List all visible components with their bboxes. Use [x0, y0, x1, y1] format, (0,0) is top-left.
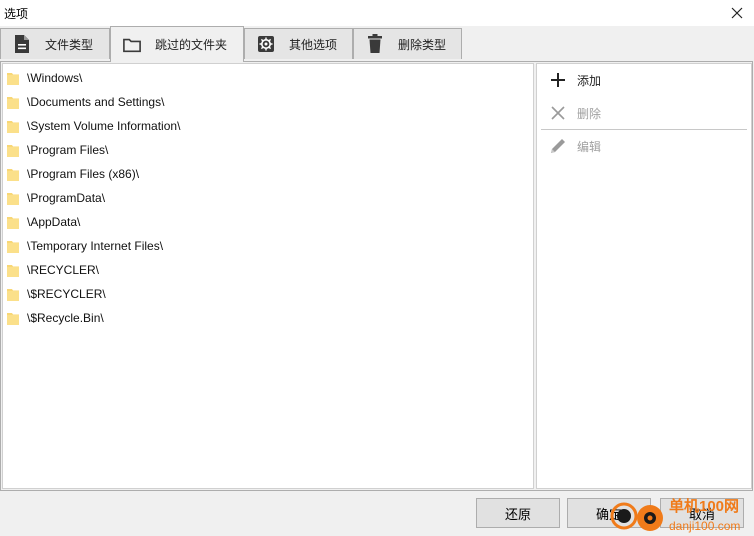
folder-icon	[7, 121, 19, 133]
folder-outline-icon	[123, 35, 141, 55]
list-item[interactable]: \Windows\	[3, 66, 533, 90]
divider	[541, 129, 747, 130]
folder-path: \Documents and Settings\	[27, 95, 165, 109]
folder-path: \Temporary Internet Files\	[27, 239, 164, 253]
folder-path: \Program Files\	[27, 143, 109, 157]
document-icon	[13, 34, 31, 54]
folder-path: \System Volume Information\	[27, 119, 181, 133]
tab-delete-types[interactable]: 删除类型	[353, 28, 462, 59]
gear-icon	[257, 34, 275, 54]
tab-label: 文件类型	[45, 37, 94, 52]
folder-path: \Windows\	[27, 71, 83, 85]
close-icon	[731, 7, 743, 19]
window-title: 选项	[4, 7, 29, 21]
restore-button[interactable]: 还原	[476, 498, 560, 528]
list-item[interactable]: \$Recycle.Bin\	[3, 306, 533, 330]
folder-icon	[7, 313, 19, 325]
list-item[interactable]: \Program Files (x86)\	[3, 162, 533, 186]
folder-path: \AppData\	[27, 215, 81, 229]
add-button[interactable]: 添加	[537, 66, 751, 94]
plus-icon	[549, 71, 567, 89]
folder-icon	[7, 217, 19, 229]
title-bar: 选项	[0, 0, 754, 26]
folder-path: \$RECYCLER\	[27, 287, 106, 301]
list-item[interactable]: \$RECYCLER\	[3, 282, 533, 306]
tab-label: 删除类型	[398, 37, 447, 52]
tab-other-options[interactable]: 其他选项	[244, 28, 353, 59]
watermark-line1: 单机100网	[669, 497, 739, 515]
folder-icon	[7, 97, 19, 109]
folder-icon	[7, 265, 19, 277]
add-label: 添加	[577, 73, 602, 88]
folder-icon	[7, 193, 19, 205]
close-icon	[549, 104, 567, 122]
list-item[interactable]: \Documents and Settings\	[3, 90, 533, 114]
delete-label: 删除	[577, 106, 602, 121]
tab-skipped-folders[interactable]: 跳过的文件夹	[110, 26, 244, 62]
pencil-icon	[549, 137, 567, 155]
watermark-logo: 单机100网 danji100.com	[610, 497, 740, 533]
folder-path: \ProgramData\	[27, 191, 106, 205]
list-item[interactable]: \Program Files\	[3, 138, 533, 162]
delete-button[interactable]: 删除	[537, 99, 751, 127]
list-item[interactable]: \AppData\	[3, 210, 533, 234]
list-item[interactable]: \Temporary Internet Files\	[3, 234, 533, 258]
close-button[interactable]	[720, 0, 754, 26]
folder-icon	[7, 289, 19, 301]
list-item[interactable]: \RECYCLER\	[3, 258, 533, 282]
tab-strip: 文件类型 跳过的文件夹 其他选项 删除类型	[0, 26, 754, 62]
trash-icon	[366, 34, 384, 54]
tab-file-types[interactable]: 文件类型	[0, 28, 110, 59]
tab-label: 跳过的文件夹	[155, 38, 228, 52]
folder-icon	[7, 73, 19, 85]
folder-path: \Program Files (x86)\	[27, 167, 140, 181]
list-item[interactable]: \System Volume Information\	[3, 114, 533, 138]
edit-button[interactable]: 编辑	[537, 132, 751, 160]
folder-icon	[7, 241, 19, 253]
folder-icon	[7, 145, 19, 157]
watermark-line2: danji100.com	[669, 519, 740, 533]
edit-label: 编辑	[577, 139, 602, 154]
folder-path: \$Recycle.Bin\	[27, 311, 104, 325]
folder-path: \RECYCLER\	[27, 263, 100, 277]
folder-icon	[7, 169, 19, 181]
tab-label: 其他选项	[289, 37, 338, 52]
action-pane: 添加 删除 编辑	[536, 63, 752, 489]
skipped-folder-list[interactable]: \Windows\ \Documents and Settings\ \System…	[2, 63, 534, 489]
list-item[interactable]: \ProgramData\	[3, 186, 533, 210]
